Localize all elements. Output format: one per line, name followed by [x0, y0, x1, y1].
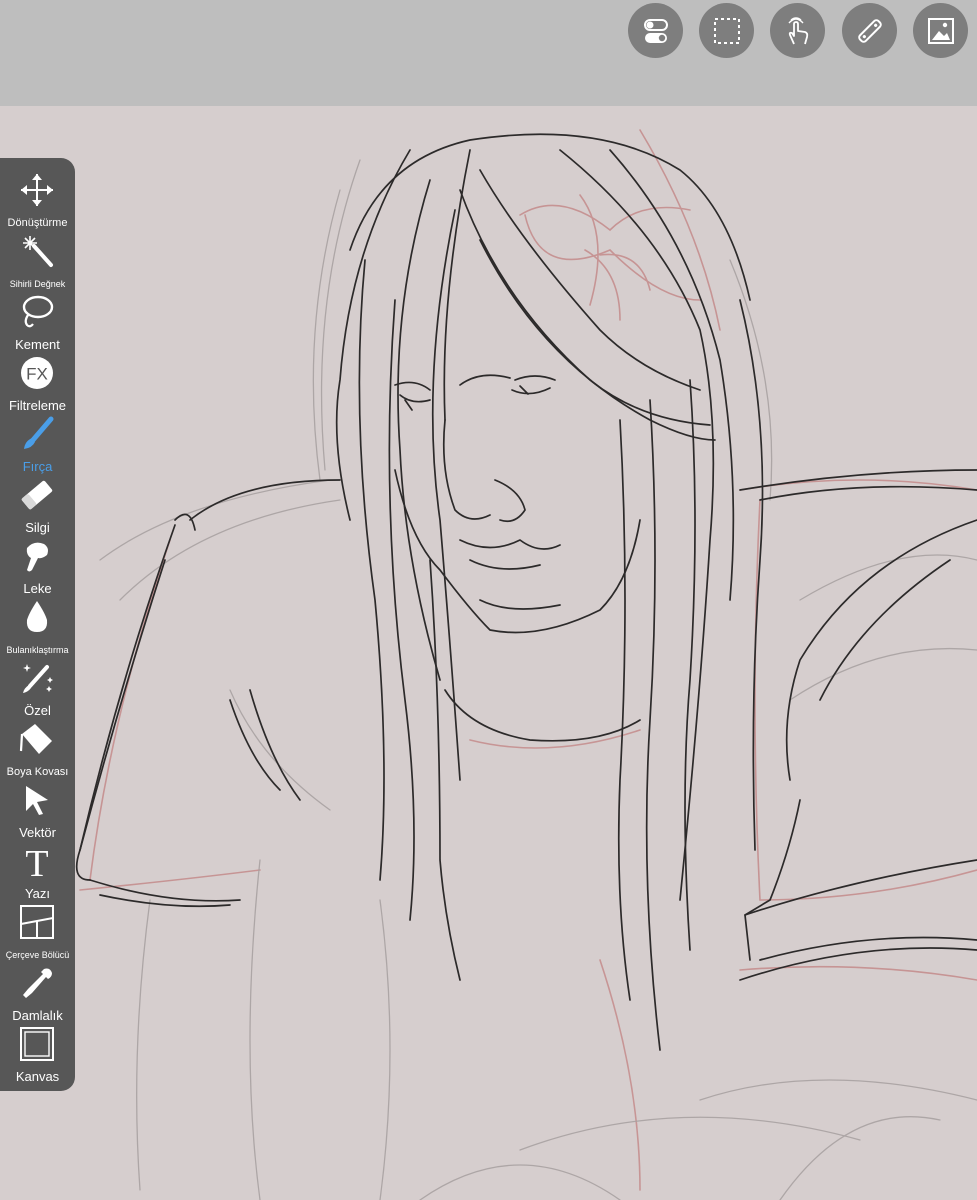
tool-label: Özel [24, 703, 51, 718]
tool-frame-divider[interactable]: Çerçeve Bölücü [0, 902, 75, 963]
tool-paint-bucket[interactable]: Boya Kovası [0, 719, 75, 780]
tool-label: Damlalık [12, 1008, 63, 1023]
gesture-button[interactable] [770, 3, 825, 58]
toggle-button[interactable] [628, 3, 683, 58]
top-toolbar [0, 0, 977, 106]
tool-eyedropper[interactable]: Damlalık [0, 963, 75, 1024]
tool-label: Silgi [25, 520, 50, 535]
tool-label: Sihirli Değnek [9, 279, 66, 289]
drawing-canvas[interactable] [0, 106, 977, 1200]
special-brush-icon [23, 664, 53, 693]
tool-filter[interactable]: FX Filtreleme [0, 353, 75, 414]
tool-label: Filtreleme [8, 398, 67, 413]
tool-palette: Dönüştürme Sihirli Değnek Kement FX Filt… [0, 158, 75, 1091]
tool-vector[interactable]: Vektör [0, 780, 75, 841]
tool-blur[interactable]: Bulanıklaştırma [0, 597, 75, 658]
lasso-icon [22, 295, 54, 328]
paint-bucket-icon [19, 724, 52, 754]
tool-label: Fırça [22, 459, 53, 474]
tool-label: Dönüştürme [7, 217, 68, 229]
tool-canvas[interactable]: Kanvas [0, 1024, 75, 1085]
tool-label: Kanvas [15, 1069, 60, 1084]
tool-label: Çerçeve Bölücü [5, 950, 70, 960]
tool-magic-wand[interactable]: Sihirli Değnek [0, 231, 75, 292]
brush-icon [24, 416, 54, 449]
ruler-button[interactable] [842, 3, 897, 58]
sketch-drawing [75, 129, 977, 1200]
smudge-finger-icon [26, 542, 48, 572]
eraser-icon [21, 480, 53, 510]
eyedropper-icon [23, 968, 52, 998]
tool-label: Kement [15, 337, 60, 352]
tool-eraser[interactable]: Silgi [0, 475, 75, 536]
tool-label: Boya Kovası [6, 766, 69, 778]
toggle-switch-icon [643, 18, 668, 43]
ruler-icon [857, 18, 882, 43]
tool-label: Vektör [19, 825, 56, 840]
tool-label: Bulanıklaştırma [6, 645, 69, 655]
tool-special[interactable]: Özel [0, 658, 75, 719]
tool-smudge[interactable]: Leke [0, 536, 75, 597]
text-icon: T [25, 843, 48, 879]
fx-filter-icon: FX [21, 357, 53, 389]
magic-wand-icon [23, 236, 53, 267]
tool-text[interactable]: T Yazı [0, 841, 75, 902]
vector-cursor-icon [26, 786, 48, 815]
tool-label: Yazı [24, 886, 51, 901]
tool-lasso[interactable]: Kement [0, 292, 75, 353]
canvas-icon [20, 1027, 54, 1061]
tool-brush[interactable]: Fırça [0, 414, 75, 475]
svg-text:T: T [25, 843, 48, 879]
svg-text:FX: FX [26, 365, 48, 384]
frame-divider-icon [20, 905, 54, 939]
layers-gallery-icon [927, 17, 954, 44]
selection-marquee-icon [713, 17, 740, 44]
selection-button[interactable] [699, 3, 754, 58]
tool-label: Leke [23, 581, 52, 596]
tool-transform[interactable]: Dönüştürme [0, 170, 75, 231]
touch-gesture-icon [787, 16, 808, 44]
blur-drop-icon [26, 601, 48, 632]
layers-button[interactable] [913, 3, 968, 58]
move-arrows-icon [21, 174, 53, 206]
